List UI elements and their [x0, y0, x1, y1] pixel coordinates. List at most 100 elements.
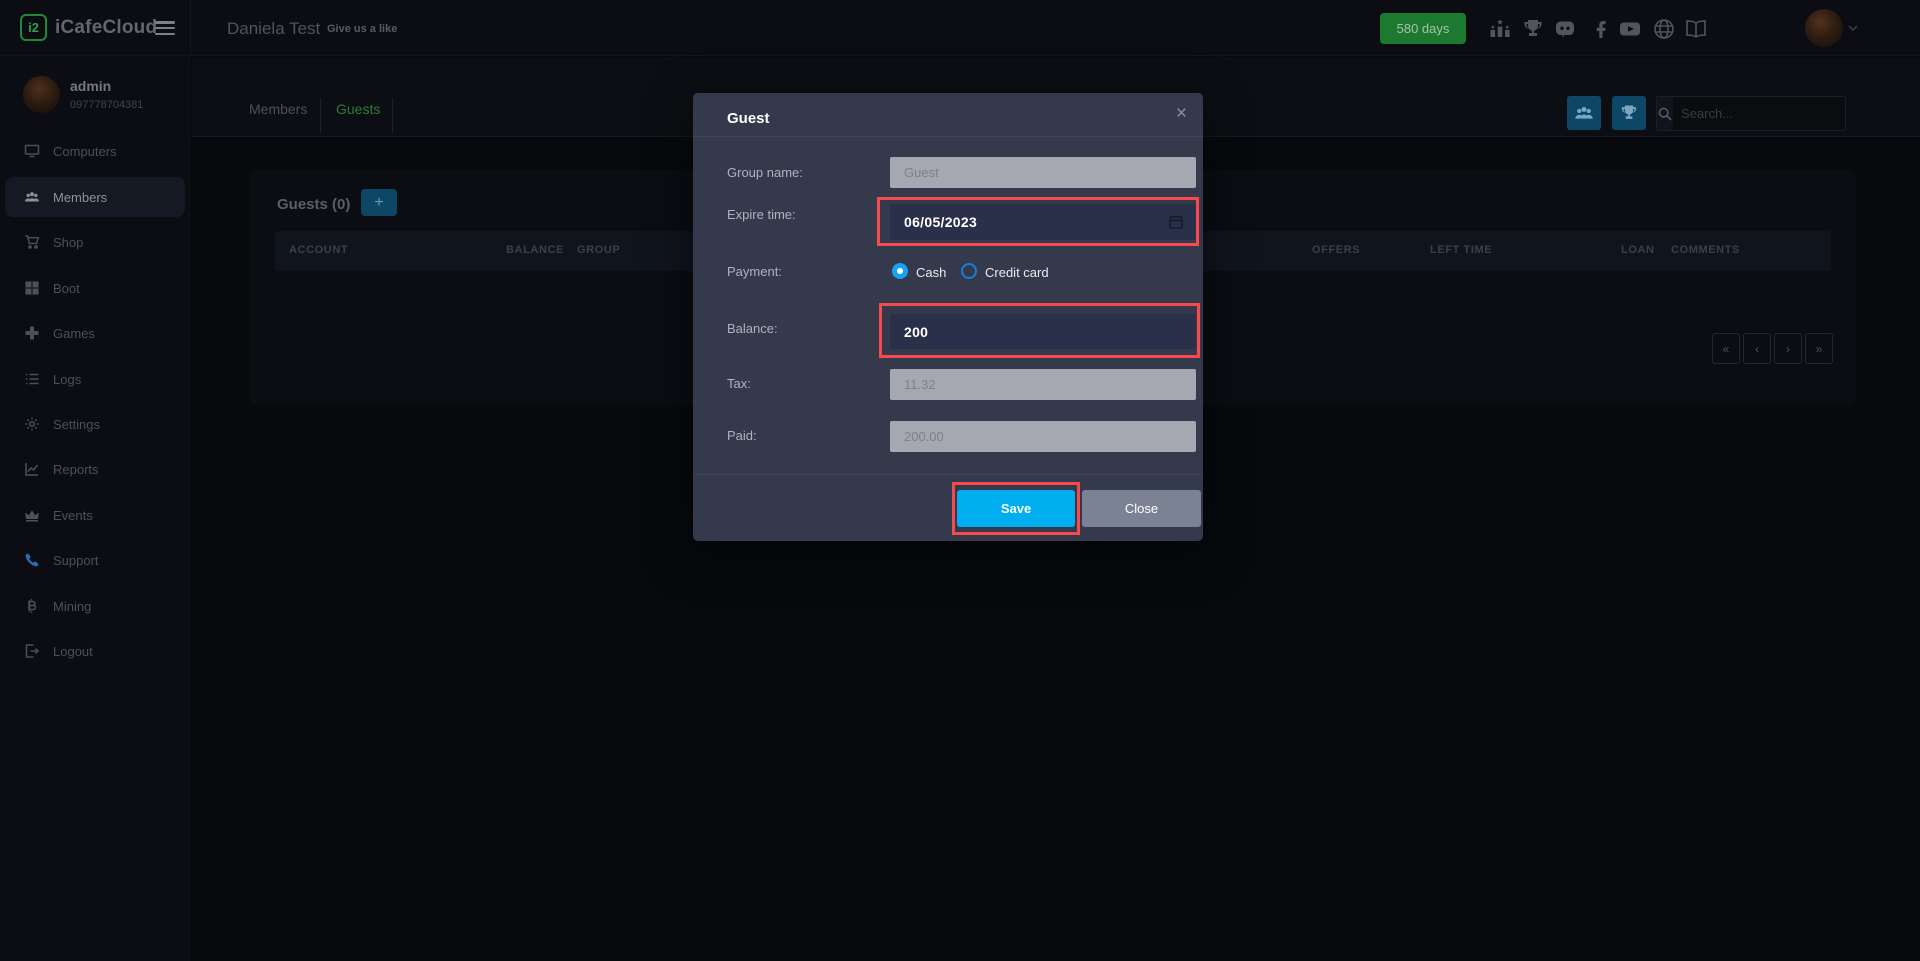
sidebar-item-label: Support [53, 552, 99, 568]
sidebar: admin 097778704381 Computers Members Sho… [0, 56, 190, 961]
column-header-loan: LOAN [1621, 244, 1655, 256]
guests-section-title: Guests (0) [277, 196, 351, 213]
sidebar-item-label: Events [53, 507, 93, 523]
logout-icon [24, 643, 40, 659]
sidebar-item-label: Logs [53, 371, 82, 387]
globe-icon[interactable] [1652, 17, 1676, 41]
balance-input[interactable]: 200 [890, 314, 1196, 349]
balance-value: 200 [904, 323, 929, 340]
radio-credit-card[interactable] [961, 263, 977, 279]
column-header-balance: BALANCE [506, 244, 564, 256]
sidebar-item-label: Boot [53, 280, 80, 296]
hamburger-menu-icon[interactable] [155, 21, 175, 35]
column-header-group: GROUP [577, 244, 621, 256]
sidebar-username: admin [70, 78, 112, 94]
sidebar-avatar [23, 76, 60, 113]
members-view-button[interactable] [1567, 96, 1601, 130]
members-icon [24, 189, 40, 205]
trophy-icon[interactable] [1521, 17, 1545, 41]
column-header-offers: OFFERS [1312, 244, 1361, 256]
calendar-icon[interactable] [1168, 214, 1184, 230]
paid-label: Paid: [727, 428, 757, 443]
sidebar-item-computers[interactable]: Computers [5, 131, 185, 171]
pagination-next-button[interactable]: › [1774, 333, 1802, 364]
sidebar-item-boot[interactable]: Boot [5, 268, 185, 308]
sidebar-item-label: Computers [53, 143, 117, 159]
facebook-icon[interactable] [1589, 17, 1613, 41]
sidebar-item-label: Shop [53, 234, 84, 250]
tab-members[interactable]: Members [249, 101, 307, 117]
brand-logo-icon: i2 [20, 14, 47, 41]
sidebar-item-mining[interactable]: Mining [5, 586, 185, 626]
sidebar-item-logs[interactable]: Logs [5, 359, 185, 399]
pagination-prev-button[interactable]: ‹ [1743, 333, 1771, 364]
computers-icon [24, 143, 40, 159]
expire-time-label: Expire time: [727, 207, 796, 222]
expire-time-input[interactable]: 06/05/2023 [890, 204, 1196, 240]
support-phone-icon [24, 552, 40, 568]
search-box [1656, 96, 1857, 131]
sidebar-item-label: Reports [53, 461, 99, 477]
modal-footer-divider [693, 474, 1203, 475]
radio-cash[interactable] [892, 263, 908, 279]
header-divider [190, 0, 191, 56]
payment-label: Payment: [727, 264, 782, 279]
logs-icon [24, 371, 40, 387]
tax-label: Tax: [727, 376, 751, 391]
ranking-icon[interactable] [1488, 17, 1512, 41]
games-icon [24, 325, 40, 341]
give-us-a-like-link[interactable]: Give us a like [327, 23, 397, 35]
events-crown-icon [24, 507, 40, 523]
sidebar-item-logout[interactable]: Logout [5, 631, 185, 671]
tab-separator [320, 98, 321, 133]
close-button[interactable]: Close [1082, 490, 1201, 527]
discord-icon[interactable] [1553, 17, 1577, 41]
top-header: i2 iCafeCloud Daniela Test Give us a lik… [0, 0, 1920, 56]
search-input[interactable] [1673, 106, 1857, 121]
sidebar-item-shop[interactable]: Shop [5, 222, 185, 262]
save-button[interactable]: Save [957, 490, 1075, 527]
column-header-lefttime: LEFT TIME [1430, 244, 1493, 256]
chevron-down-icon[interactable] [1848, 25, 1858, 31]
sidebar-item-support[interactable]: Support [5, 540, 185, 580]
modal-title: Guest [727, 110, 770, 127]
radio-cash-label[interactable]: Cash [916, 265, 946, 280]
sidebar-phone: 097778704381 [70, 99, 144, 111]
sidebar-item-members[interactable]: Members [5, 177, 185, 217]
sidebar-item-events[interactable]: Events [5, 495, 185, 535]
pagination-last-button[interactable]: » [1805, 333, 1833, 364]
page-title: Daniela Test [227, 19, 321, 38]
expire-time-value: 06/05/2023 [904, 214, 978, 230]
modal-divider [693, 136, 1203, 137]
add-guest-button[interactable]: + [361, 189, 397, 216]
sidebar-item-settings[interactable]: Settings [5, 404, 185, 444]
guide-book-icon[interactable] [1684, 17, 1708, 41]
tab-guests[interactable]: Guests [336, 101, 380, 117]
balance-label: Balance: [727, 321, 778, 336]
license-days-badge[interactable]: 580 days [1380, 13, 1466, 44]
group-name-input [890, 157, 1196, 188]
pagination: « ‹ › » [1712, 333, 1833, 364]
tab-separator [392, 98, 393, 133]
shop-cart-icon [24, 234, 40, 250]
guest-modal: Guest × Group name: Expire time: 06/05/2… [693, 93, 1203, 541]
close-icon[interactable]: × [1176, 103, 1187, 125]
ranking-view-button[interactable] [1612, 96, 1646, 130]
sidebar-item-label: Games [53, 325, 95, 341]
user-avatar[interactable] [1805, 9, 1843, 47]
pagination-first-button[interactable]: « [1712, 333, 1740, 364]
column-header-account: ACCOUNT [289, 244, 349, 256]
sidebar-item-label: Mining [53, 598, 92, 614]
group-name-label: Group name: [727, 165, 803, 180]
search-icon[interactable] [1657, 97, 1673, 130]
sidebar-item-label: Members [53, 189, 108, 205]
sidebar-item-label: Logout [53, 643, 93, 659]
youtube-icon[interactable] [1618, 17, 1642, 41]
boot-windows-icon [24, 280, 40, 296]
sidebar-item-games[interactable]: Games [5, 313, 185, 353]
column-header-comments: COMMENTS [1671, 244, 1740, 256]
tax-input [890, 369, 1196, 400]
radio-credit-card-label[interactable]: Credit card [985, 265, 1049, 280]
sidebar-item-reports[interactable]: Reports [5, 449, 185, 489]
sidebar-item-label: Settings [53, 416, 100, 432]
